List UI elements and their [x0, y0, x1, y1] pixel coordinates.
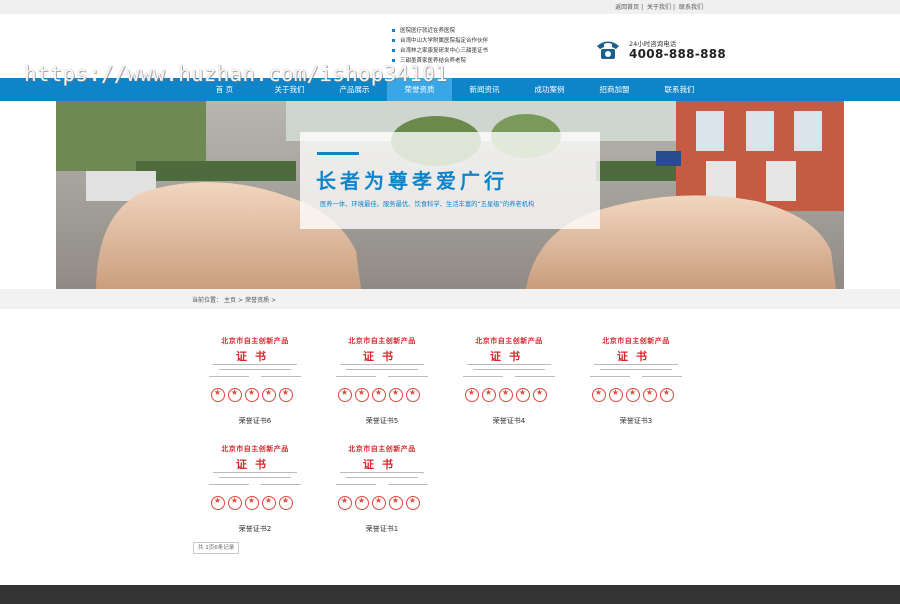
- seal-icon: [355, 388, 369, 402]
- breadcrumb-prefix: 当前位置：: [192, 297, 223, 304]
- seal-icon: [279, 496, 293, 510]
- nav-item-news[interactable]: 新闻资讯: [452, 78, 517, 101]
- seal-icon: [245, 496, 259, 510]
- pagination-info: 共 1页6条记录: [193, 542, 240, 554]
- certificate-header-text: 北京市自主创新产品: [221, 336, 289, 345]
- breadcrumb-bar: 当前位置： 主页 > 荣誉资质 >: [0, 289, 900, 309]
- certificate-big-text: 证书: [363, 458, 401, 471]
- phone-icon: [597, 41, 619, 59]
- seal-icon: [389, 496, 403, 510]
- banner-slogan-card: 长者为尊孝爱广行 医养一体、环境最佳、服务最优、饮食科学、生活丰富的“五星级”的…: [300, 132, 600, 229]
- banner-subtitle: 医养一体、环境最佳、服务最优、饮食科学、生活丰富的“五星级”的养老机构: [320, 201, 535, 208]
- nav-item-franchise[interactable]: 招商加盟: [582, 78, 647, 101]
- seal-icon: [279, 388, 293, 402]
- feature-list: 医院医疗就近在养医院 台湾中山大学附属医院指定合作伙伴 台湾林之家康复研发中心三…: [392, 26, 488, 66]
- feature-item: 台湾林之家康复研发中心三甜墨证书: [392, 46, 488, 56]
- certificate-header-text: 北京市自主创新产品: [602, 336, 670, 345]
- seal-icon: [406, 388, 420, 402]
- seal-icon: [228, 388, 242, 402]
- footer: [0, 585, 900, 604]
- certificate-label[interactable]: 荣誉证书6: [197, 416, 313, 426]
- seal-icon: [660, 388, 674, 402]
- certificate-seals: [211, 388, 293, 402]
- certificate-card[interactable]: 北京市自主创新产品 证书 荣誉证书4: [451, 328, 567, 428]
- certificate-big-text: 证书: [236, 458, 274, 471]
- certificate-seals: [211, 496, 293, 510]
- certificate-label[interactable]: 荣誉证书2: [197, 524, 313, 534]
- certificate-header-text: 北京市自主创新产品: [475, 336, 543, 345]
- certificate-image[interactable]: 北京市自主创新产品 证书: [324, 436, 440, 518]
- top-link-about[interactable]: 关于我们: [647, 4, 671, 11]
- certificate-image[interactable]: 北京市自主创新产品 证书: [197, 436, 313, 518]
- certificate-label[interactable]: 荣誉证书5: [324, 416, 440, 426]
- banner-accent-line: [317, 152, 359, 155]
- nav-item-contact[interactable]: 联系我们: [647, 78, 712, 101]
- certificate-card[interactable]: 北京市自主创新产品 证书 荣誉证书1: [324, 436, 440, 536]
- seal-icon: [245, 388, 259, 402]
- feature-item: 医院医疗就近在养医院: [392, 26, 488, 36]
- certificate-seals: [338, 496, 420, 510]
- breadcrumb-separator: >: [238, 297, 244, 304]
- seal-icon: [499, 388, 513, 402]
- breadcrumb-home[interactable]: 主页: [224, 297, 236, 304]
- seal-icon: [211, 388, 225, 402]
- breadcrumb-separator: >: [271, 297, 277, 304]
- seal-icon: [465, 388, 479, 402]
- certificate-big-text: 证书: [363, 350, 401, 363]
- seal-icon: [626, 388, 640, 402]
- seal-icon: [372, 496, 386, 510]
- seal-icon: [262, 496, 276, 510]
- feature-item: 台湾中山大学附属医院指定合作伙伴: [392, 36, 488, 46]
- certificate-big-text: 证书: [490, 350, 528, 363]
- certificate-label[interactable]: 荣誉证书4: [451, 416, 567, 426]
- seal-icon: [643, 388, 657, 402]
- certificate-label[interactable]: 荣誉证书3: [578, 416, 694, 426]
- breadcrumb: 当前位置： 主页 > 荣誉资质 >: [192, 295, 278, 304]
- certificate-header-text: 北京市自主创新产品: [221, 444, 289, 453]
- seal-icon: [338, 496, 352, 510]
- certificate-big-text: 证书: [236, 350, 274, 363]
- seal-icon: [609, 388, 623, 402]
- nav-item-cases[interactable]: 成功案例: [517, 78, 582, 101]
- seal-icon: [228, 496, 242, 510]
- seal-icon: [516, 388, 530, 402]
- top-bar: 返回首页 | 关于我们 | 联系我们: [0, 0, 900, 14]
- certificate-image[interactable]: 北京市自主创新产品 证书: [578, 328, 694, 410]
- certificate-header-text: 北京市自主创新产品: [348, 444, 416, 453]
- seal-icon: [262, 388, 276, 402]
- certificate-label[interactable]: 荣誉证书1: [324, 524, 440, 534]
- certificate-image[interactable]: 北京市自主创新产品 证书: [197, 328, 313, 410]
- seal-icon: [355, 496, 369, 510]
- certificate-image[interactable]: 北京市自主创新产品 证书: [451, 328, 567, 410]
- certificate-card[interactable]: 北京市自主创新产品 证书 荣誉证书3: [578, 328, 694, 428]
- certificate-image[interactable]: 北京市自主创新产品 证书: [324, 328, 440, 410]
- seal-icon: [533, 388, 547, 402]
- top-link-home[interactable]: 返回首页: [615, 4, 639, 11]
- seal-icon: [389, 388, 403, 402]
- hero-banner: 长者为尊孝爱广行 医养一体、环境最佳、服务最优、饮食科学、生活丰富的“五星级”的…: [56, 101, 844, 289]
- certificate-big-text: 证书: [617, 350, 655, 363]
- top-links: 返回首页 | 关于我们 | 联系我们: [615, 4, 703, 11]
- seal-icon: [592, 388, 606, 402]
- certificate-header-text: 北京市自主创新产品: [348, 336, 416, 345]
- certificate-seals: [338, 388, 420, 402]
- watermark-text: https://www.huzhan.com/ishop34101: [24, 62, 448, 86]
- seal-icon: [406, 496, 420, 510]
- certificate-card[interactable]: 北京市自主创新产品 证书 荣誉证书6: [197, 328, 313, 428]
- certificate-card[interactable]: 北京市自主创新产品 证书 荣誉证书5: [324, 328, 440, 428]
- seal-icon: [338, 388, 352, 402]
- breadcrumb-current[interactable]: 荣誉资质: [245, 297, 269, 304]
- certificate-card[interactable]: 北京市自主创新产品 证书 荣誉证书2: [197, 436, 313, 536]
- certificate-seals: [592, 388, 674, 402]
- seal-icon: [482, 388, 496, 402]
- banner-title: 长者为尊孝爱广行: [316, 169, 508, 193]
- top-link-contact[interactable]: 联系我们: [679, 4, 703, 11]
- certificate-seals: [465, 388, 547, 402]
- seal-icon: [372, 388, 386, 402]
- seal-icon: [211, 496, 225, 510]
- hotline-number: 4008-888-888: [629, 47, 727, 61]
